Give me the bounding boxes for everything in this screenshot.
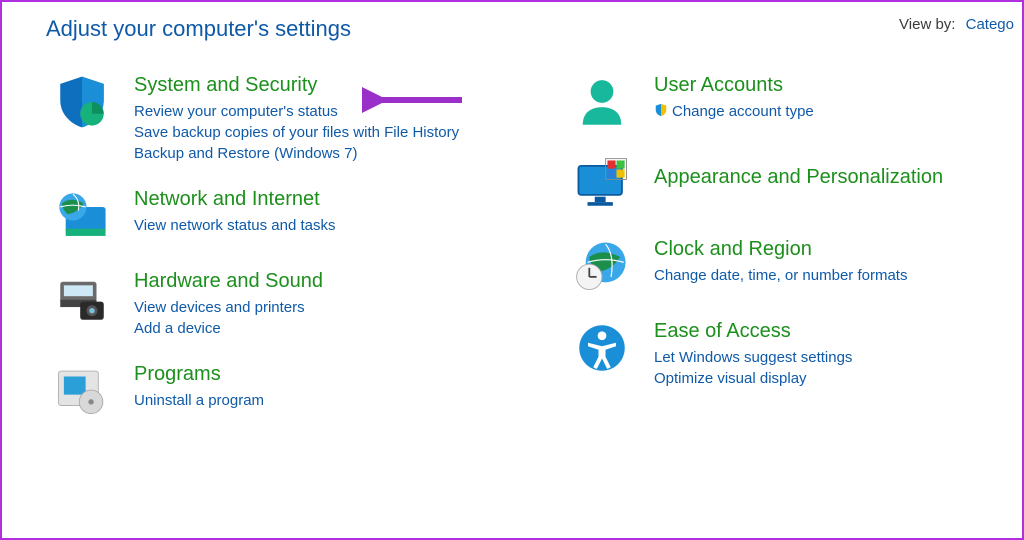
category-title[interactable]: User Accounts	[654, 74, 814, 97]
category-system-security: System and Security Review your computer…	[50, 70, 530, 166]
category-title[interactable]: Clock and Region	[654, 238, 907, 261]
category-grid: System and Security Review your computer…	[2, 42, 1022, 441]
left-column: System and Security Review your computer…	[50, 70, 530, 441]
category-title[interactable]: Hardware and Sound	[134, 270, 323, 293]
page-title: Adjust your computer's settings	[46, 16, 351, 42]
category-link[interactable]: Save backup copies of your files with Fi…	[134, 124, 459, 141]
category-network: Network and Internet View network status…	[50, 184, 530, 248]
category-link[interactable]: Change account type	[654, 103, 814, 121]
category-hardware: Hardware and Sound View devices and prin…	[50, 266, 530, 341]
category-link[interactable]: Review your computer's status	[134, 103, 459, 120]
header: Adjust your computer's settings View by:…	[2, 2, 1022, 42]
viewby-control: View by: Catego	[899, 16, 1022, 42]
right-column: User Accounts Change account type	[570, 70, 1010, 441]
category-link[interactable]: Uninstall a program	[134, 392, 264, 409]
category-link[interactable]: Add a device	[134, 320, 323, 337]
category-ease-access: Ease of Access Let Windows suggest setti…	[570, 316, 1010, 391]
category-title[interactable]: Network and Internet	[134, 188, 336, 211]
clock-globe-icon	[570, 234, 634, 298]
category-link[interactable]: View network status and tasks	[134, 217, 336, 234]
category-user-accounts: User Accounts Change account type	[570, 70, 1010, 134]
shield-security-icon	[50, 70, 114, 134]
category-programs: Programs Uninstall a program	[50, 359, 530, 423]
category-clock-region: Clock and Region Change date, time, or n…	[570, 234, 1010, 298]
category-title[interactable]: Ease of Access	[654, 320, 852, 343]
network-globe-icon	[50, 184, 114, 248]
category-link[interactable]: Change date, time, or number formats	[654, 267, 907, 284]
category-title[interactable]: Appearance and Personalization	[654, 166, 943, 189]
viewby-dropdown[interactable]: Catego	[966, 16, 1014, 33]
accessibility-icon	[570, 316, 634, 380]
viewby-label: View by:	[899, 16, 955, 33]
category-appearance: Appearance and Personalization	[570, 152, 1010, 216]
printer-camera-icon	[50, 266, 114, 330]
category-title[interactable]: System and Security	[134, 74, 459, 97]
category-link[interactable]: Let Windows suggest settings	[654, 349, 852, 366]
category-link[interactable]: View devices and printers	[134, 299, 323, 316]
category-link[interactable]: Backup and Restore (Windows 7)	[134, 145, 459, 162]
programs-disc-icon	[50, 359, 114, 423]
category-title[interactable]: Programs	[134, 363, 264, 386]
user-icon	[570, 70, 634, 134]
monitor-colors-icon	[570, 152, 634, 216]
uac-shield-icon	[654, 103, 668, 121]
category-link[interactable]: Optimize visual display	[654, 370, 852, 387]
